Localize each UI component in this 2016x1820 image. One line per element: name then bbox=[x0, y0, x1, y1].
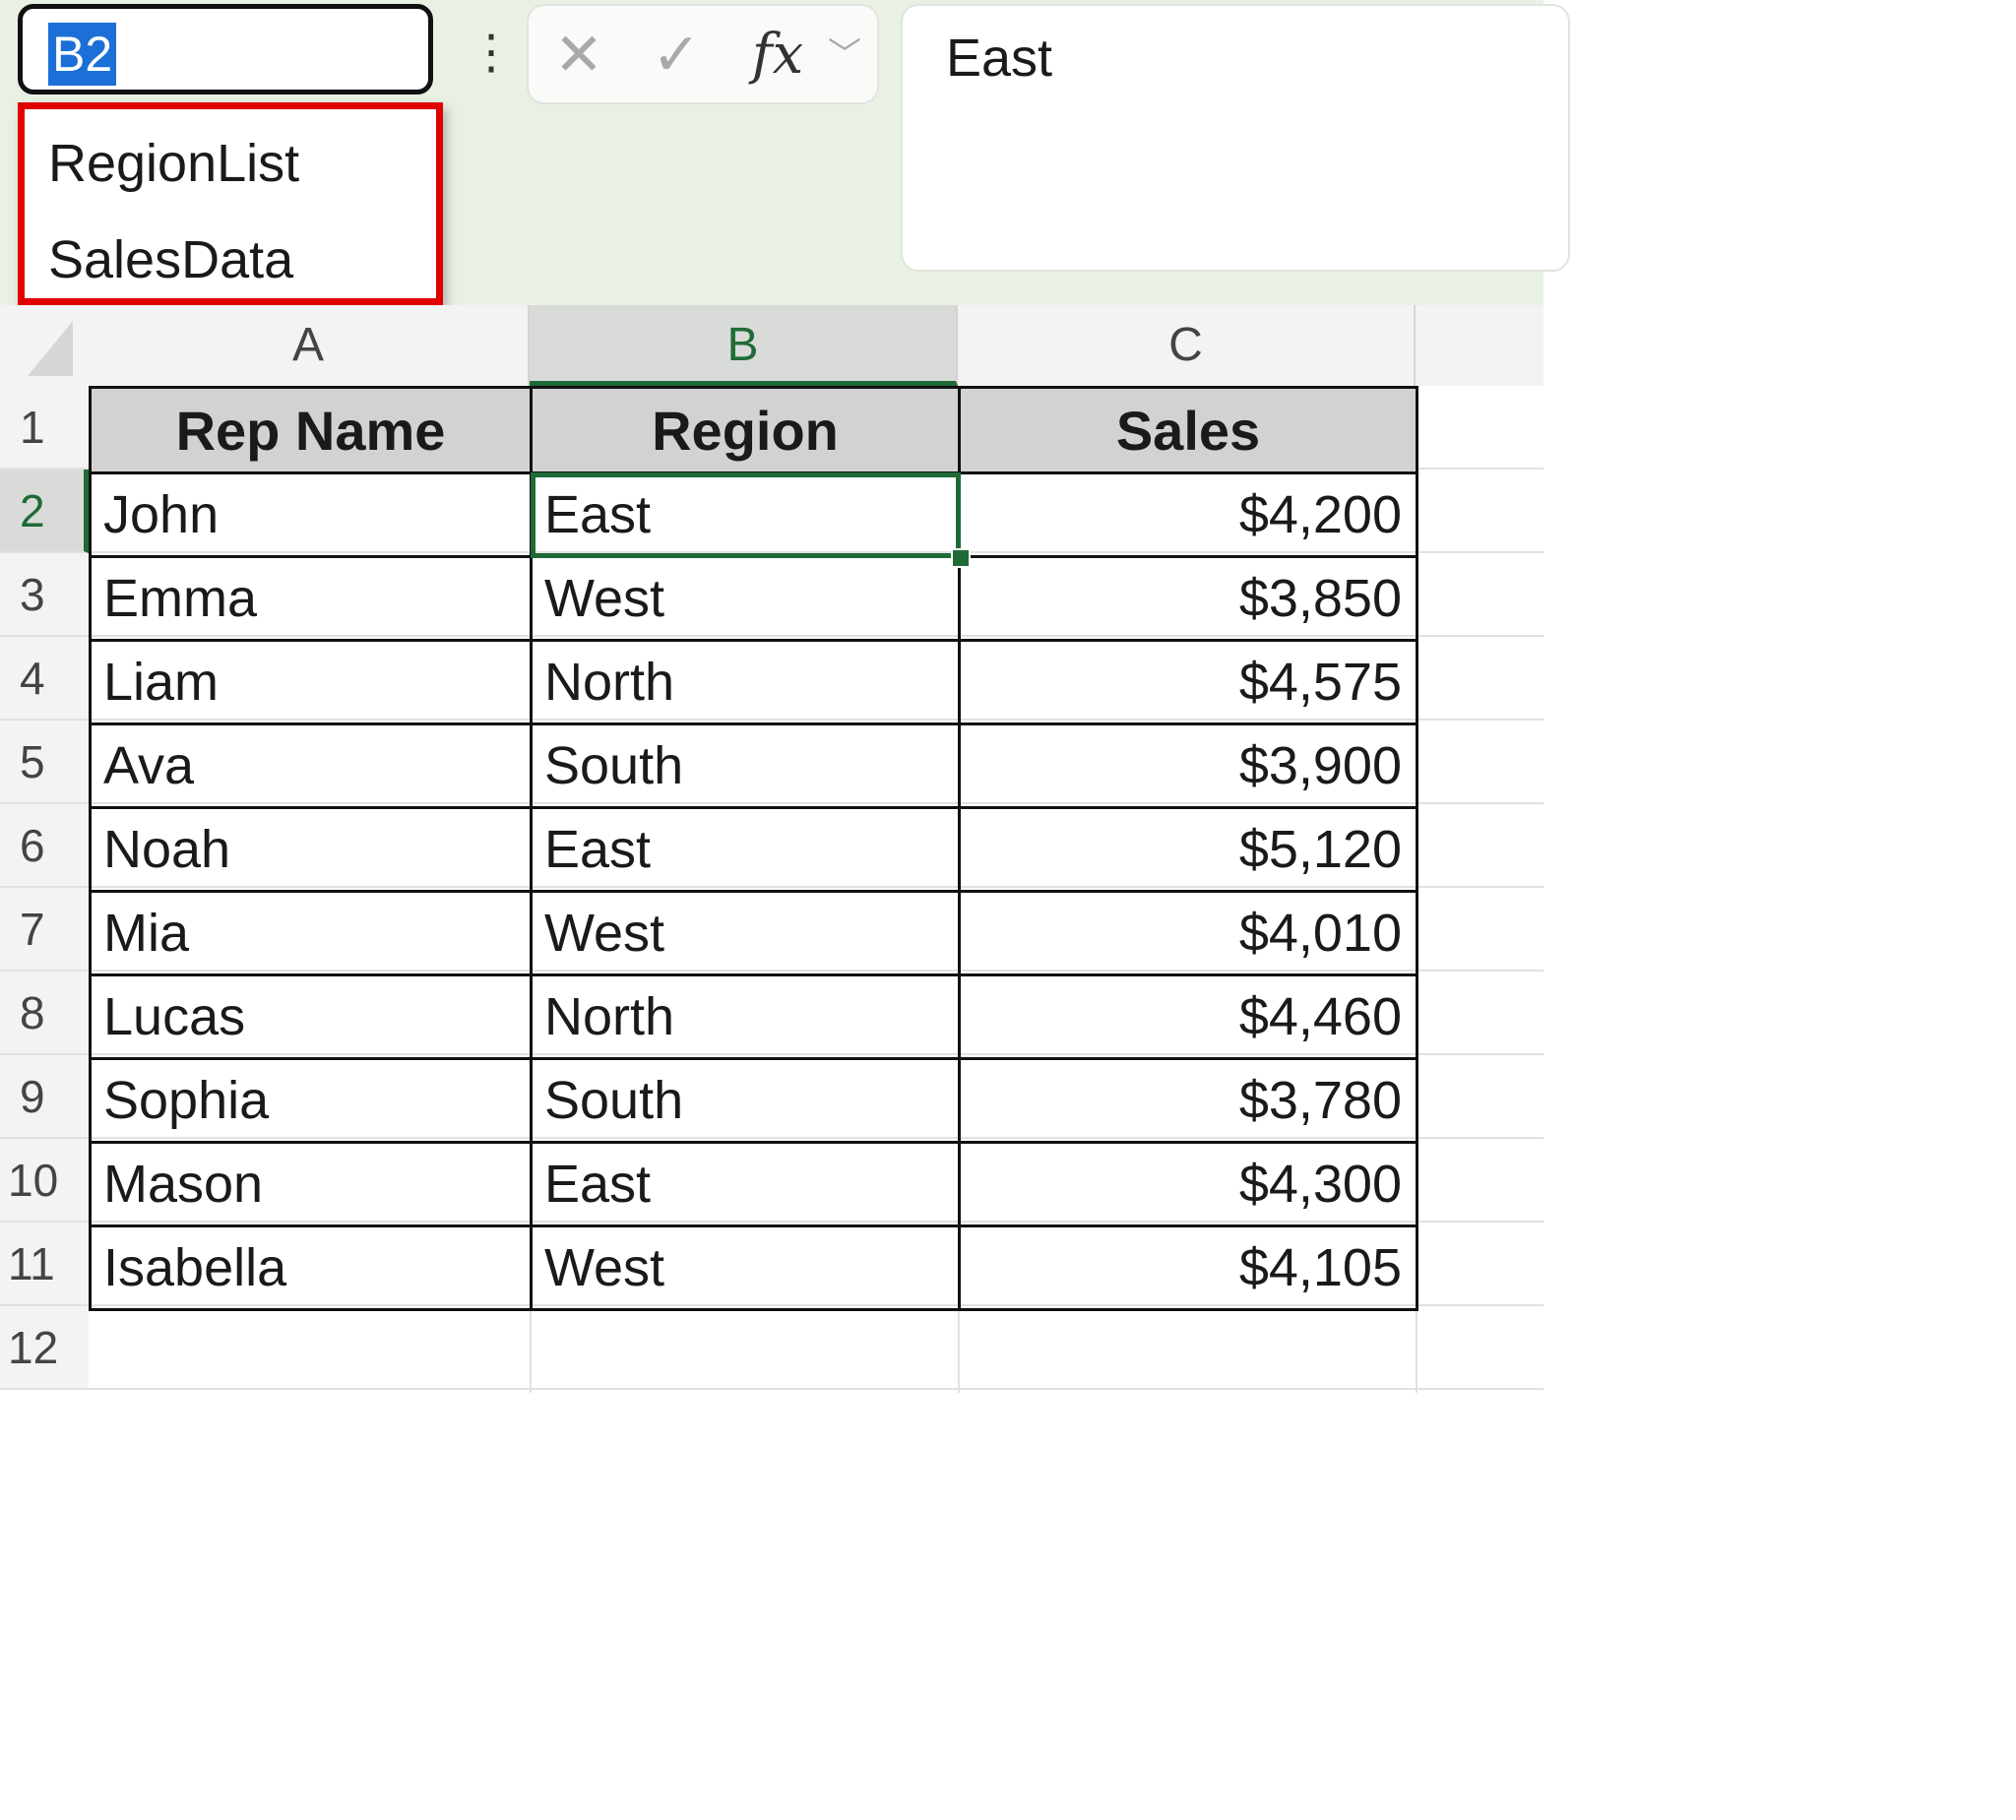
row-header-7[interactable]: 7 bbox=[0, 888, 89, 972]
row-header-4[interactable]: 4 bbox=[0, 637, 89, 721]
cell-rep-name[interactable]: Lucas bbox=[89, 973, 533, 1060]
select-all-corner[interactable] bbox=[0, 305, 89, 386]
row-header-2[interactable]: 2 bbox=[0, 470, 89, 553]
cell-sales[interactable]: $4,300 bbox=[958, 1141, 1418, 1227]
name-box-dropdown: RegionList SalesData bbox=[18, 102, 443, 305]
cell-rep-name[interactable]: Isabella bbox=[89, 1224, 533, 1311]
formula-bar[interactable]: East bbox=[901, 4, 1570, 272]
table-row: John East $4,200 bbox=[89, 471, 1418, 558]
cell-sales[interactable]: $3,850 bbox=[958, 555, 1418, 642]
insert-function-button[interactable]: fx bbox=[743, 6, 812, 104]
row-header-12[interactable]: 12 bbox=[0, 1306, 89, 1390]
header-cell-rep-name[interactable]: Rep Name bbox=[89, 386, 533, 474]
table-row: Emma West $3,850 bbox=[89, 555, 1418, 642]
cell-sales[interactable]: $4,105 bbox=[958, 1224, 1418, 1311]
cell-region-selected[interactable]: East bbox=[530, 471, 961, 558]
column-header-c[interactable]: C bbox=[958, 305, 1416, 386]
header-cell-region[interactable]: Region bbox=[530, 386, 961, 474]
column-header-d[interactable] bbox=[1416, 305, 1544, 386]
row-header-5[interactable]: 5 bbox=[0, 721, 89, 804]
row-header-1[interactable]: 1 bbox=[0, 386, 89, 470]
table-row: Lucas North $4,460 bbox=[89, 973, 1418, 1060]
cell-rep-name[interactable]: Sophia bbox=[89, 1057, 533, 1144]
cell-rep-name[interactable]: Noah bbox=[89, 806, 533, 893]
cell-sales[interactable]: $3,900 bbox=[958, 722, 1418, 809]
dropdown-item-regionlist[interactable]: RegionList bbox=[48, 129, 299, 198]
table-row: Isabella West $4,105 bbox=[89, 1224, 1418, 1311]
cell-region[interactable]: West bbox=[530, 1224, 961, 1311]
cell-region[interactable]: East bbox=[530, 806, 961, 893]
more-options-icon[interactable]: ⋮ bbox=[468, 18, 515, 87]
row-header-6[interactable]: 6 bbox=[0, 804, 89, 888]
sales-table: Rep Name Region Sales John East $4,200 E… bbox=[89, 386, 1418, 1311]
cell-region[interactable]: South bbox=[530, 722, 961, 809]
cell-region[interactable]: North bbox=[530, 973, 961, 1060]
header-cell-sales[interactable]: Sales bbox=[958, 386, 1418, 474]
table-row: Mia West $4,010 bbox=[89, 890, 1418, 976]
cell-region[interactable]: South bbox=[530, 1057, 961, 1144]
column-header-b[interactable]: B bbox=[530, 305, 958, 386]
fill-handle[interactable] bbox=[951, 548, 971, 568]
cell-sales[interactable]: $4,460 bbox=[958, 973, 1418, 1060]
cell-region[interactable]: North bbox=[530, 639, 961, 725]
row-header-8[interactable]: 8 bbox=[0, 972, 89, 1055]
table-row: Liam North $4,575 bbox=[89, 639, 1418, 725]
cell-region[interactable]: East bbox=[530, 1141, 961, 1227]
row-header-9[interactable]: 9 bbox=[0, 1055, 89, 1139]
table-header-row: Rep Name Region Sales bbox=[89, 386, 1418, 474]
row-header-10[interactable]: 10 bbox=[0, 1139, 89, 1223]
cell-sales[interactable]: $4,200 bbox=[958, 471, 1418, 558]
name-box-value[interactable]: B2 bbox=[48, 23, 117, 86]
cell-sales[interactable]: $3,780 bbox=[958, 1057, 1418, 1144]
dropdown-item-salesdata[interactable]: SalesData bbox=[48, 225, 293, 294]
cell-sales[interactable]: $4,575 bbox=[958, 639, 1418, 725]
chevron-down-icon[interactable]: ﹀ bbox=[820, 6, 869, 104]
row-header-11[interactable]: 11 bbox=[0, 1223, 89, 1306]
table-row: Sophia South $3,780 bbox=[89, 1057, 1418, 1144]
cell-sales[interactable]: $5,120 bbox=[958, 806, 1418, 893]
formula-buttons: ✕ ✓ fx ﹀ bbox=[527, 4, 879, 104]
cancel-icon[interactable]: ✕ bbox=[544, 6, 613, 104]
table-row: Noah East $5,120 bbox=[89, 806, 1418, 893]
cell-rep-name[interactable]: Emma bbox=[89, 555, 533, 642]
row-header-3[interactable]: 3 bbox=[0, 553, 89, 637]
cell-rep-name[interactable]: Liam bbox=[89, 639, 533, 725]
cell-region[interactable]: West bbox=[530, 555, 961, 642]
cell-rep-name[interactable]: Mason bbox=[89, 1141, 533, 1227]
cell-rep-name[interactable]: Mia bbox=[89, 890, 533, 976]
table-row: Mason East $4,300 bbox=[89, 1141, 1418, 1227]
table-row: Ava South $3,900 bbox=[89, 722, 1418, 809]
cell-rep-name[interactable]: John bbox=[89, 471, 533, 558]
formula-bar-content[interactable]: East bbox=[946, 28, 1052, 89]
cell-sales[interactable]: $4,010 bbox=[958, 890, 1418, 976]
cell-region[interactable]: West bbox=[530, 890, 961, 976]
checkmark-icon[interactable]: ✓ bbox=[639, 6, 714, 104]
name-box[interactable]: B2 bbox=[18, 4, 433, 94]
column-header-a[interactable]: A bbox=[89, 305, 530, 386]
cell-rep-name[interactable]: Ava bbox=[89, 722, 533, 809]
